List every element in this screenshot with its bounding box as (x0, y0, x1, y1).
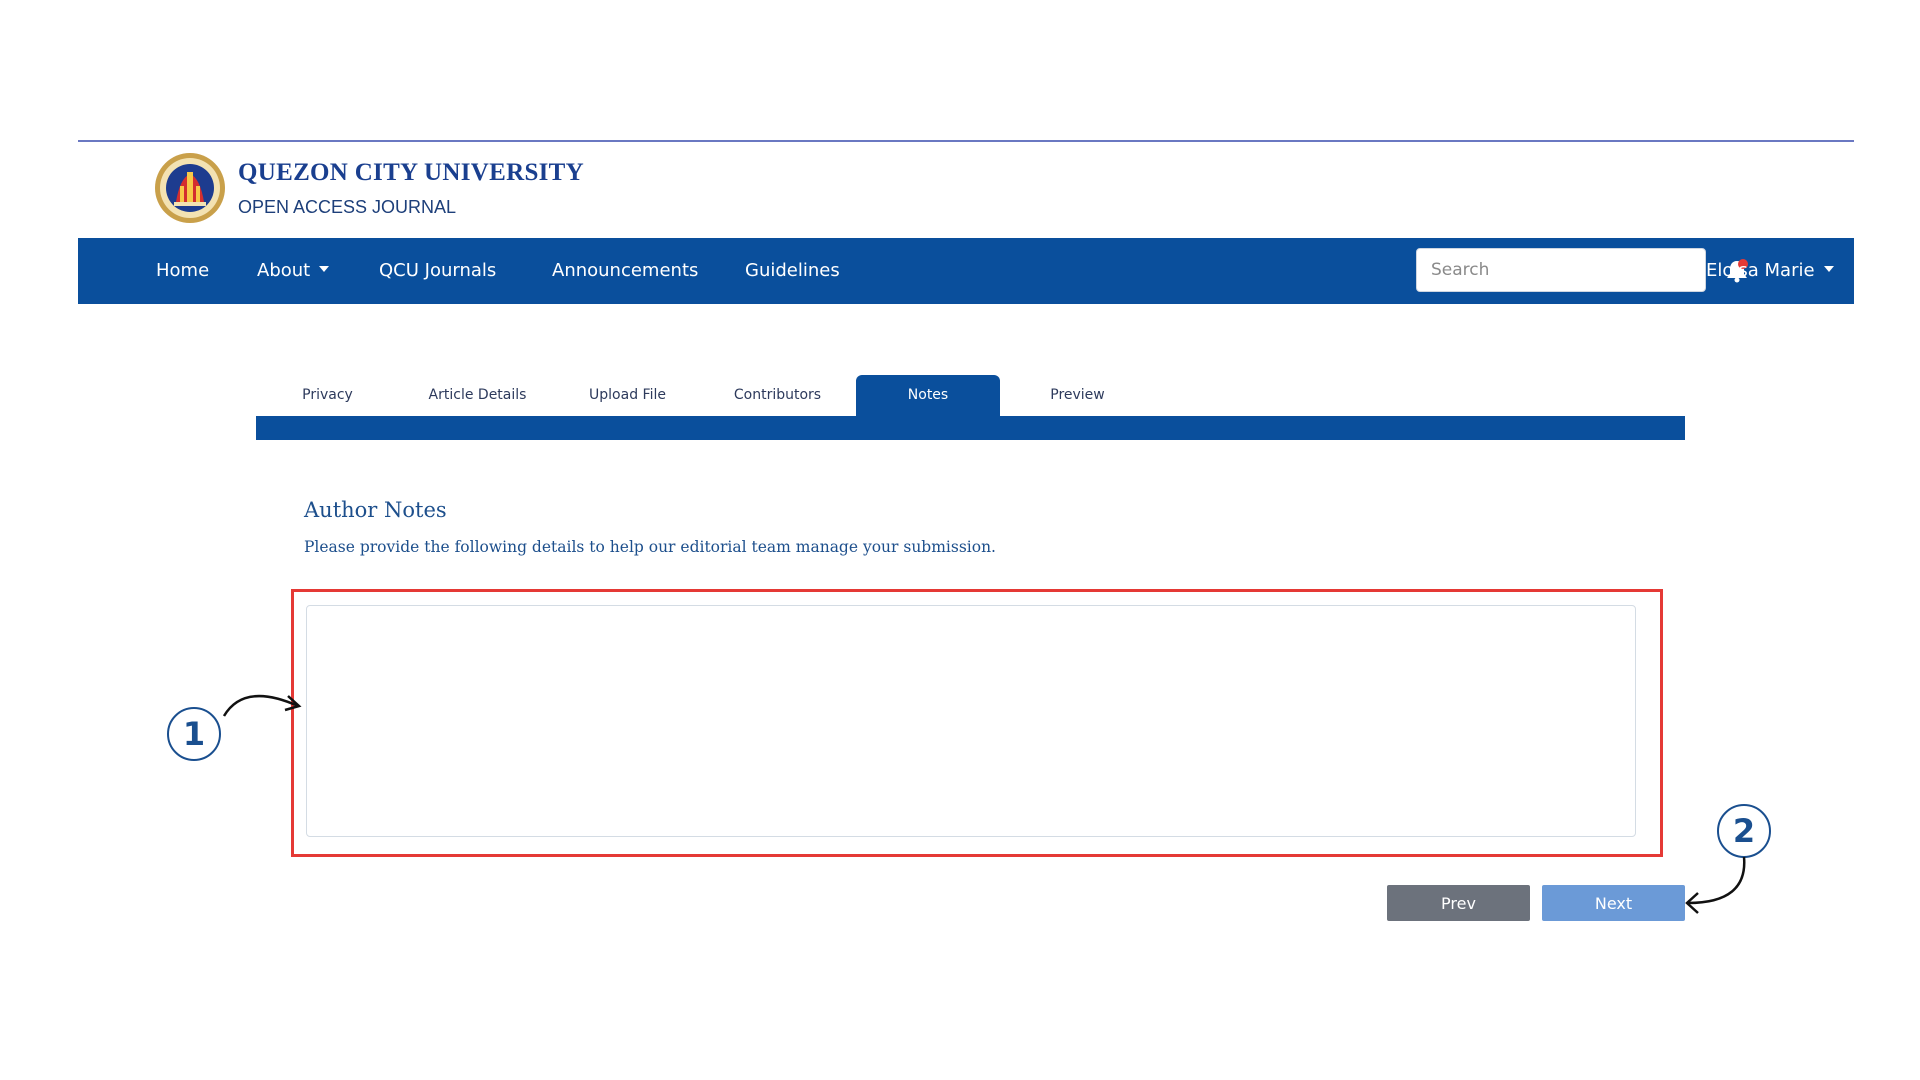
user-menu[interactable]: Eloisa Marie (1706, 238, 1834, 304)
prev-button[interactable]: Prev (1387, 885, 1530, 921)
next-button[interactable]: Next (1542, 885, 1685, 921)
callout-badge-1: 1 (167, 707, 221, 761)
callout-arrow-1 (222, 694, 302, 717)
nav-guidelines[interactable]: Guidelines (745, 238, 840, 304)
search-input[interactable] (1416, 248, 1706, 292)
nav-qcu-journals[interactable]: QCU Journals (379, 238, 496, 304)
tab-preview[interactable]: Preview (1006, 375, 1149, 416)
nav-about[interactable]: About (257, 238, 330, 304)
chevron-down-icon (319, 266, 330, 272)
tab-contributors[interactable]: Contributors (706, 375, 849, 416)
brand-subtitle: OPEN ACCESS JOURNAL (238, 196, 457, 217)
brand-header: QUEZON CITY UNIVERSITY OPEN ACCESS JOURN… (154, 152, 584, 224)
user-name: Eloisa Marie (1706, 260, 1815, 281)
author-notes-textarea[interactable] (306, 605, 1636, 837)
author-notes-title: Author Notes (304, 498, 447, 522)
submission-steps-tabs: Privacy Article Details Upload File Cont… (256, 375, 1685, 440)
callout-arrow-2 (1685, 856, 1746, 914)
author-notes-description: Please provide the following details to … (304, 538, 996, 556)
nav-home[interactable]: Home (156, 238, 209, 304)
university-seal-logo (155, 153, 225, 223)
callout-badge-2: 2 (1717, 804, 1771, 858)
header-divider (78, 140, 1854, 142)
tab-notes[interactable]: Notes (856, 375, 1000, 416)
tab-article-details[interactable]: Article Details (406, 375, 549, 416)
tab-privacy[interactable]: Privacy (256, 375, 399, 416)
tab-upload-file[interactable]: Upload File (556, 375, 699, 416)
nav-announcements[interactable]: Announcements (552, 238, 698, 304)
tabs-underline-bar (256, 416, 1685, 440)
brand-title: QUEZON CITY UNIVERSITY (238, 158, 585, 186)
nav-about-label: About (257, 260, 311, 281)
main-navbar: Home About QCU Journals Announcements Gu… (78, 238, 1854, 304)
chevron-down-icon (1823, 266, 1834, 272)
